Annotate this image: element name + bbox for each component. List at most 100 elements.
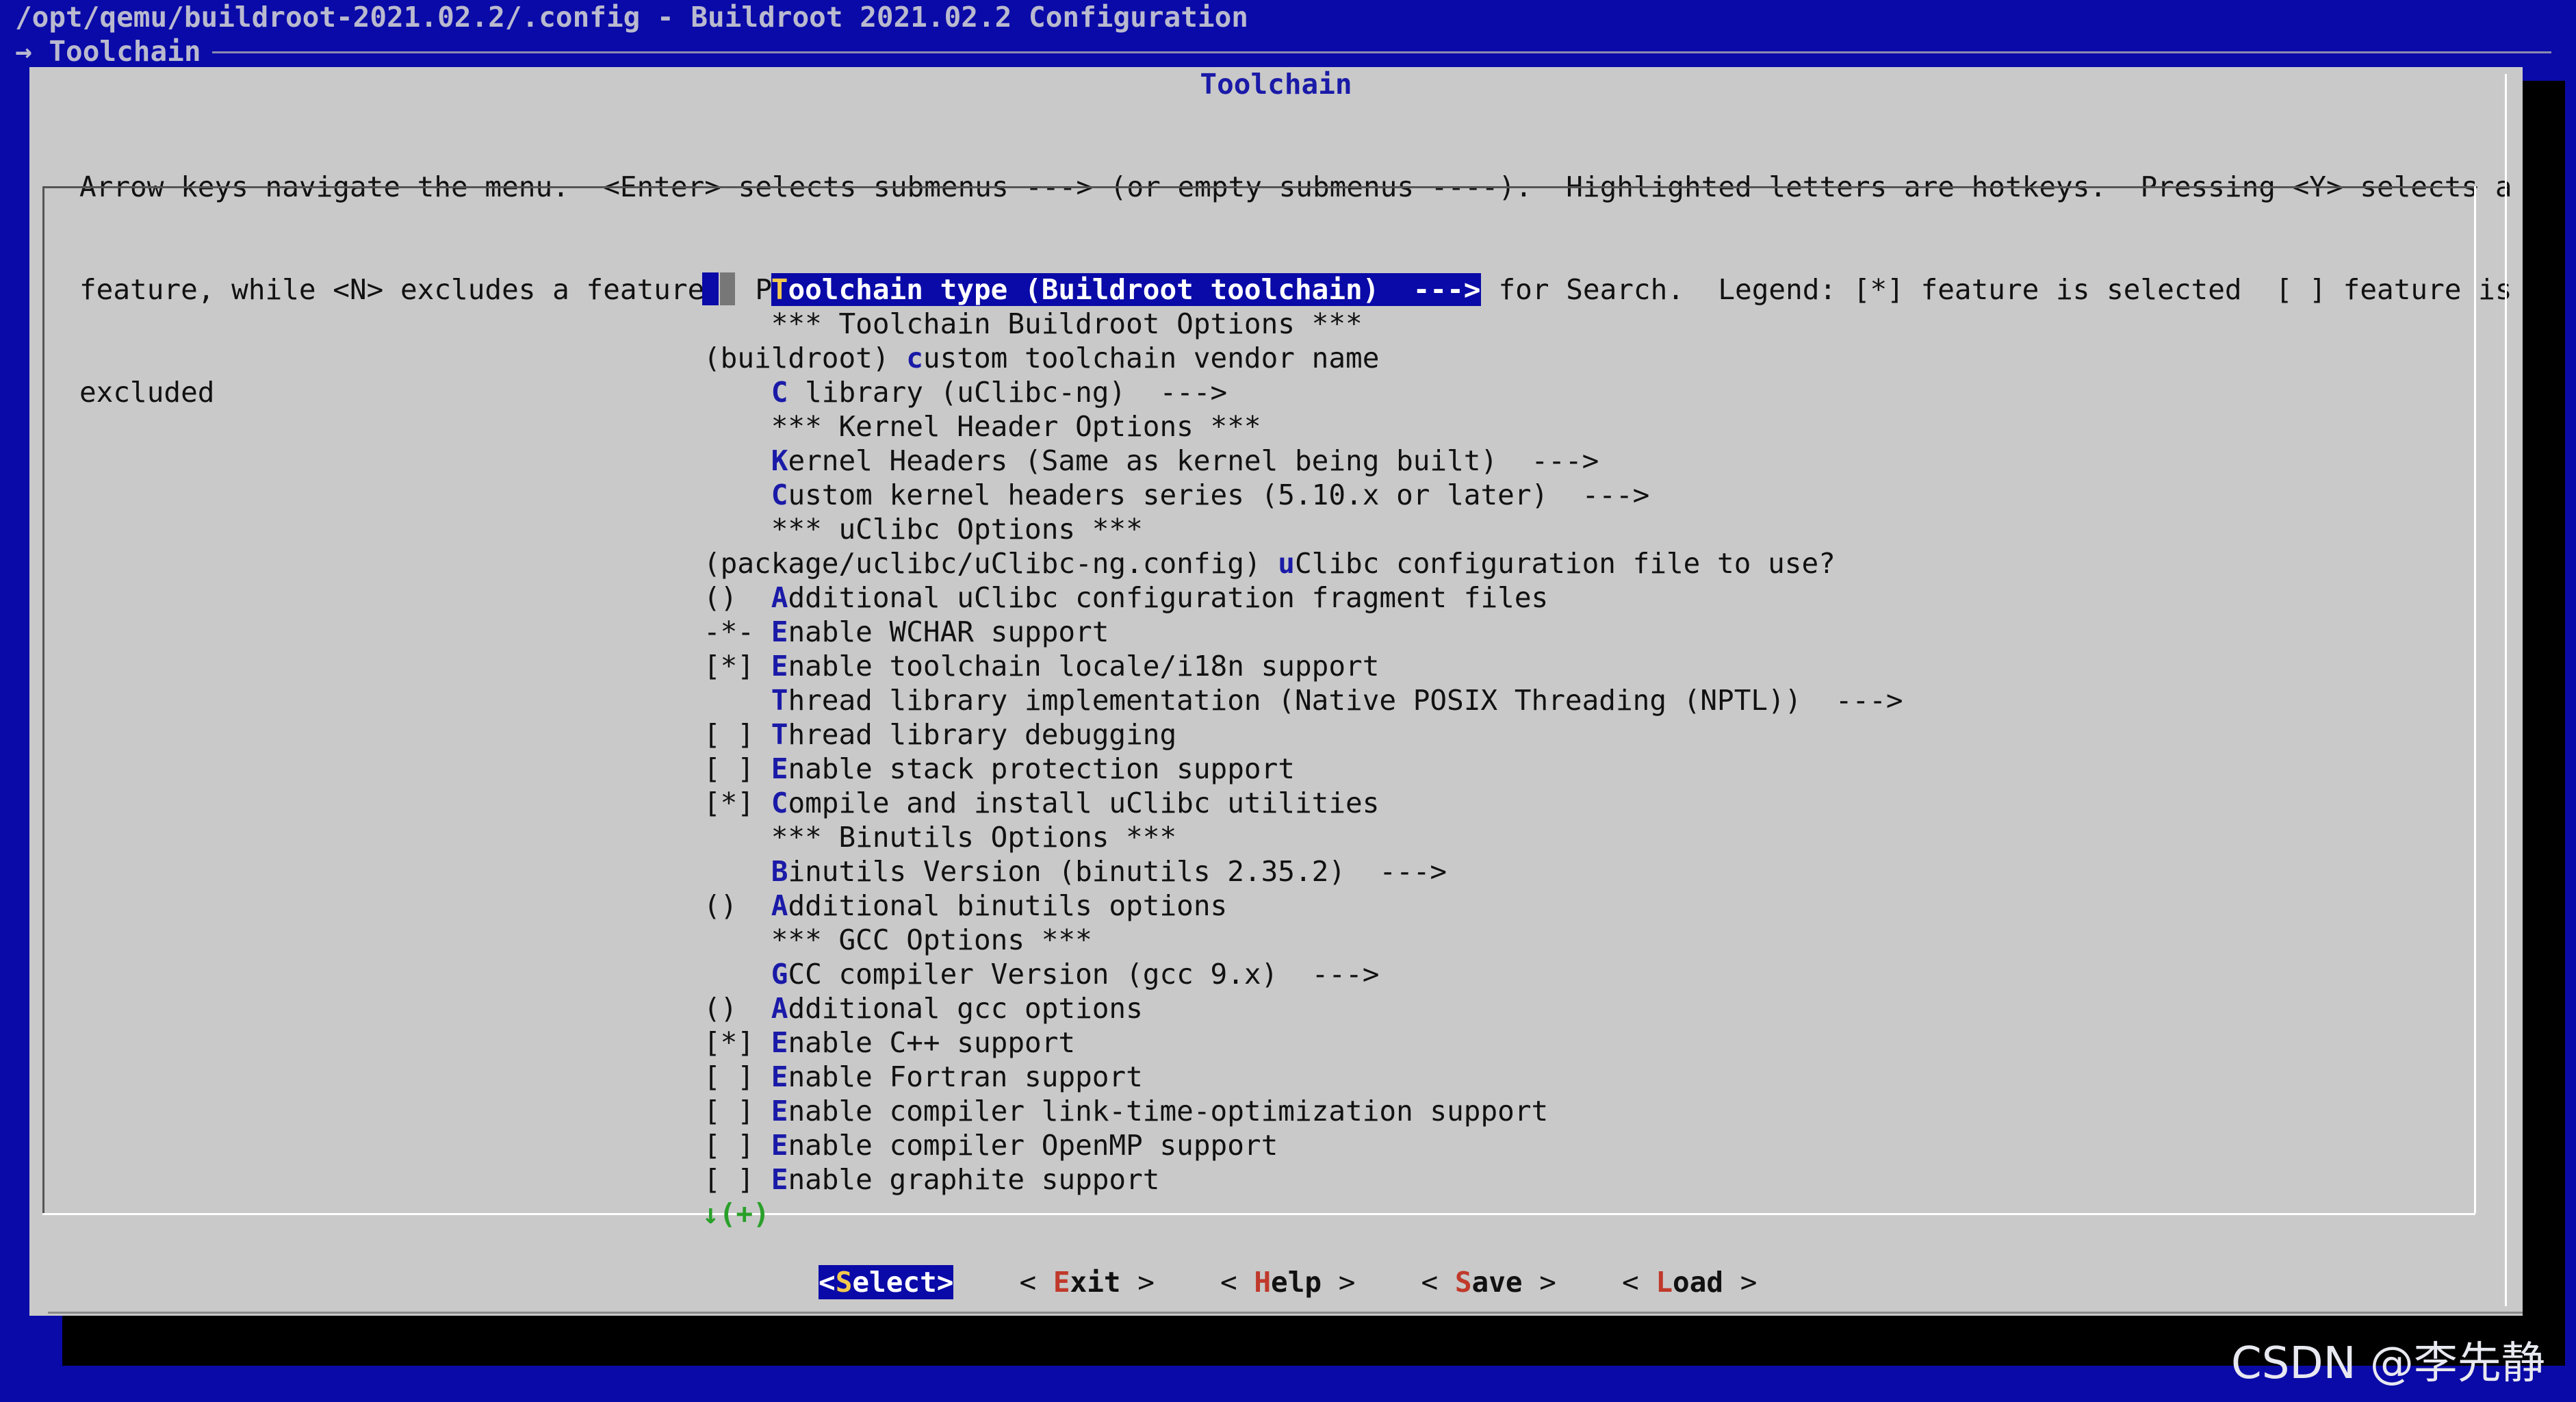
menu-item[interactable]: *** Binutils Options ***	[704, 820, 1903, 854]
menu-item-hotkey: T	[771, 273, 788, 306]
menu-item-state: [ ]	[704, 1163, 771, 1196]
button-bracket: >	[1522, 1266, 1556, 1299]
menu-item-hotkey: E	[771, 1095, 788, 1127]
menu-item-label: Enable compiler link-time-optimization s…	[771, 1095, 1548, 1127]
button-bracket: <	[819, 1266, 836, 1299]
select-button[interactable]: <Select>	[819, 1265, 954, 1299]
button-hotkey: E	[1053, 1266, 1070, 1299]
save-button[interactable]: < Save >	[1421, 1265, 1556, 1299]
menu-item[interactable]: [ ] Enable stack protection support	[704, 752, 1903, 786]
menu-item[interactable]: *** Toolchain Buildroot Options ***	[704, 307, 1903, 341]
menu-item-label: Additional binutils options	[771, 889, 1227, 922]
breadcrumb: → Toolchain	[15, 35, 201, 68]
menu-item-label: Additional uClibc configuration fragment…	[771, 581, 1548, 614]
menu-item[interactable]: [ ] Enable graphite support	[704, 1162, 1903, 1197]
menu-item-hotkey: E	[771, 1026, 788, 1059]
menu-item-text: ompile and install uClibc utilities	[788, 787, 1380, 819]
menu-item-hotkey: E	[771, 1163, 788, 1196]
menu-item-state	[704, 923, 771, 956]
menu-item-hotkey: E	[771, 1060, 788, 1093]
menu-item-state	[704, 307, 771, 340]
menu-item[interactable]: *** GCC Options ***	[704, 923, 1903, 957]
menu-item-state	[704, 855, 771, 888]
button-bracket: <	[1220, 1266, 1254, 1299]
button-row: <Select> < Exit > < Help > < Save > < Load >	[819, 1265, 1822, 1299]
menu-item-hotkey: T	[771, 684, 788, 717]
menu-item-state: [ ]	[704, 1095, 771, 1127]
exit-button[interactable]: < Exit >	[1019, 1265, 1155, 1299]
menu-item-label: Custom kernel headers series (5.10.x or …	[771, 479, 1650, 511]
button-bracket: <	[1621, 1266, 1656, 1299]
menu-item-label: *** Kernel Header Options ***	[771, 410, 1261, 443]
watermark: CSDN @李先静	[2231, 1338, 2545, 1389]
menu-item-label: Enable WCHAR support	[771, 615, 1109, 648]
menu-item-label: Enable toolchain locale/i18n support	[771, 650, 1380, 683]
button-hotkey: L	[1656, 1266, 1673, 1299]
menu-item[interactable]: -*- Enable WCHAR support	[704, 615, 1903, 649]
menu-item[interactable]: *** uClibc Options ***	[704, 512, 1903, 546]
menu-item-label: Binutils Version (binutils 2.35.2) --->	[771, 855, 1447, 888]
menu-item[interactable]: Kernel Headers (Same as kernel being bui…	[704, 444, 1903, 478]
menu-item-hotkey: E	[771, 650, 788, 683]
menu-item-hotkey: u	[1278, 547, 1295, 580]
menu-item[interactable]: [*] Compile and install uClibc utilities	[704, 786, 1903, 820]
menu-item[interactable]: () Additional gcc options	[704, 991, 1903, 1025]
menu-item[interactable]: Thread library implementation (Native PO…	[704, 683, 1903, 717]
menu-item-state	[704, 821, 771, 854]
menu-item-label: Enable C++ support	[771, 1026, 1075, 1059]
menu-item[interactable]: *** Kernel Header Options ***	[704, 409, 1903, 444]
menu-item-text: dditional gcc options	[788, 992, 1143, 1025]
menu-item-label: C library (uClibc-ng) --->	[771, 376, 1227, 409]
menu-item-state: (package/uclibc/uClibc-ng.config)	[704, 547, 1278, 580]
menu-item-state	[704, 479, 771, 511]
menu-item[interactable]: [ ] Enable compiler OpenMP support	[704, 1128, 1903, 1162]
menu-item[interactable]: C library (uClibc-ng) --->	[704, 375, 1903, 409]
menu-item-label: *** GCC Options ***	[771, 923, 1092, 956]
menu-item[interactable]: [ ] Enable Fortran support	[704, 1060, 1903, 1094]
menu-item-hotkey: T	[771, 718, 788, 751]
menu-item[interactable]: [ ] Thread library debugging	[704, 717, 1903, 752]
menu-item-hotkey: C	[771, 787, 788, 819]
more-items-indicator[interactable]: ↓(+)	[702, 1197, 770, 1231]
menu-item[interactable]: GCC compiler Version (gcc 9.x) --->	[704, 957, 1903, 991]
menu-item-state: ()	[704, 581, 771, 614]
button-label: oad	[1673, 1266, 1724, 1299]
menu-item-text: hread library implementation (Native POS…	[788, 684, 1903, 717]
menu-item-label: uClibc configuration file to use?	[1278, 547, 1836, 580]
button-bracket: <	[1019, 1266, 1053, 1299]
menu-item-label: *** uClibc Options ***	[771, 513, 1143, 546]
menu-item-state: [ ]	[704, 752, 771, 785]
menu-item-hotkey: A	[771, 889, 788, 922]
menu-item[interactable]: Toolchain type (Buildroot toolchain) ---…	[702, 272, 1903, 307]
help-button[interactable]: < Help >	[1220, 1265, 1356, 1299]
menu-item-text: inutils Version (binutils 2.35.2) --->	[788, 855, 1447, 888]
menu-item-state: [ ]	[704, 1129, 771, 1162]
menu-item[interactable]: [ ] Enable compiler link-time-optimizati…	[704, 1094, 1903, 1128]
menu-item[interactable]: () Additional uClibc configuration fragm…	[704, 581, 1903, 615]
menu-item-text: *** uClibc Options ***	[771, 513, 1143, 546]
menu-item[interactable]: [*] Enable toolchain locale/i18n support	[704, 649, 1903, 683]
load-button[interactable]: < Load >	[1622, 1265, 1757, 1299]
button-bracket: <	[1421, 1266, 1455, 1299]
menu-item[interactable]: (buildroot) custom toolchain vendor name	[704, 341, 1903, 375]
menu-item-state: [ ]	[704, 1060, 771, 1093]
menu-item[interactable]: (package/uclibc/uClibc-ng.config) uClibc…	[704, 546, 1903, 581]
menu-item-text: library (uClibc-ng) --->	[788, 376, 1228, 409]
menu-item-text: nable WCHAR support	[788, 615, 1109, 648]
menu-item-hotkey: A	[771, 992, 788, 1025]
menu-item-label: Toolchain type (Buildroot toolchain) ---…	[771, 273, 1481, 306]
menu-item-state: (buildroot)	[704, 342, 907, 374]
menu-item[interactable]: Custom kernel headers series (5.10.x or …	[704, 478, 1903, 512]
menu-item-text: nable Fortran support	[788, 1060, 1143, 1093]
menu-item-text: oolchain type (Buildroot toolchain) --->	[788, 273, 1481, 306]
menu-item[interactable]: [*] Enable C++ support	[704, 1025, 1903, 1060]
menu-list: Toolchain type (Buildroot toolchain) ---…	[702, 272, 1903, 1197]
menu-item-state: -*-	[704, 615, 771, 648]
button-label: elect	[852, 1266, 937, 1299]
breadcrumb-divider	[212, 51, 2551, 53]
menu-item[interactable]: Binutils Version (binutils 2.35.2) --->	[704, 854, 1903, 889]
menu-item-hotkey: E	[771, 615, 788, 648]
menu-item-label: *** Binutils Options ***	[771, 821, 1176, 854]
menu-item-hotkey: E	[771, 1129, 788, 1162]
menu-item[interactable]: () Additional binutils options	[704, 889, 1903, 923]
